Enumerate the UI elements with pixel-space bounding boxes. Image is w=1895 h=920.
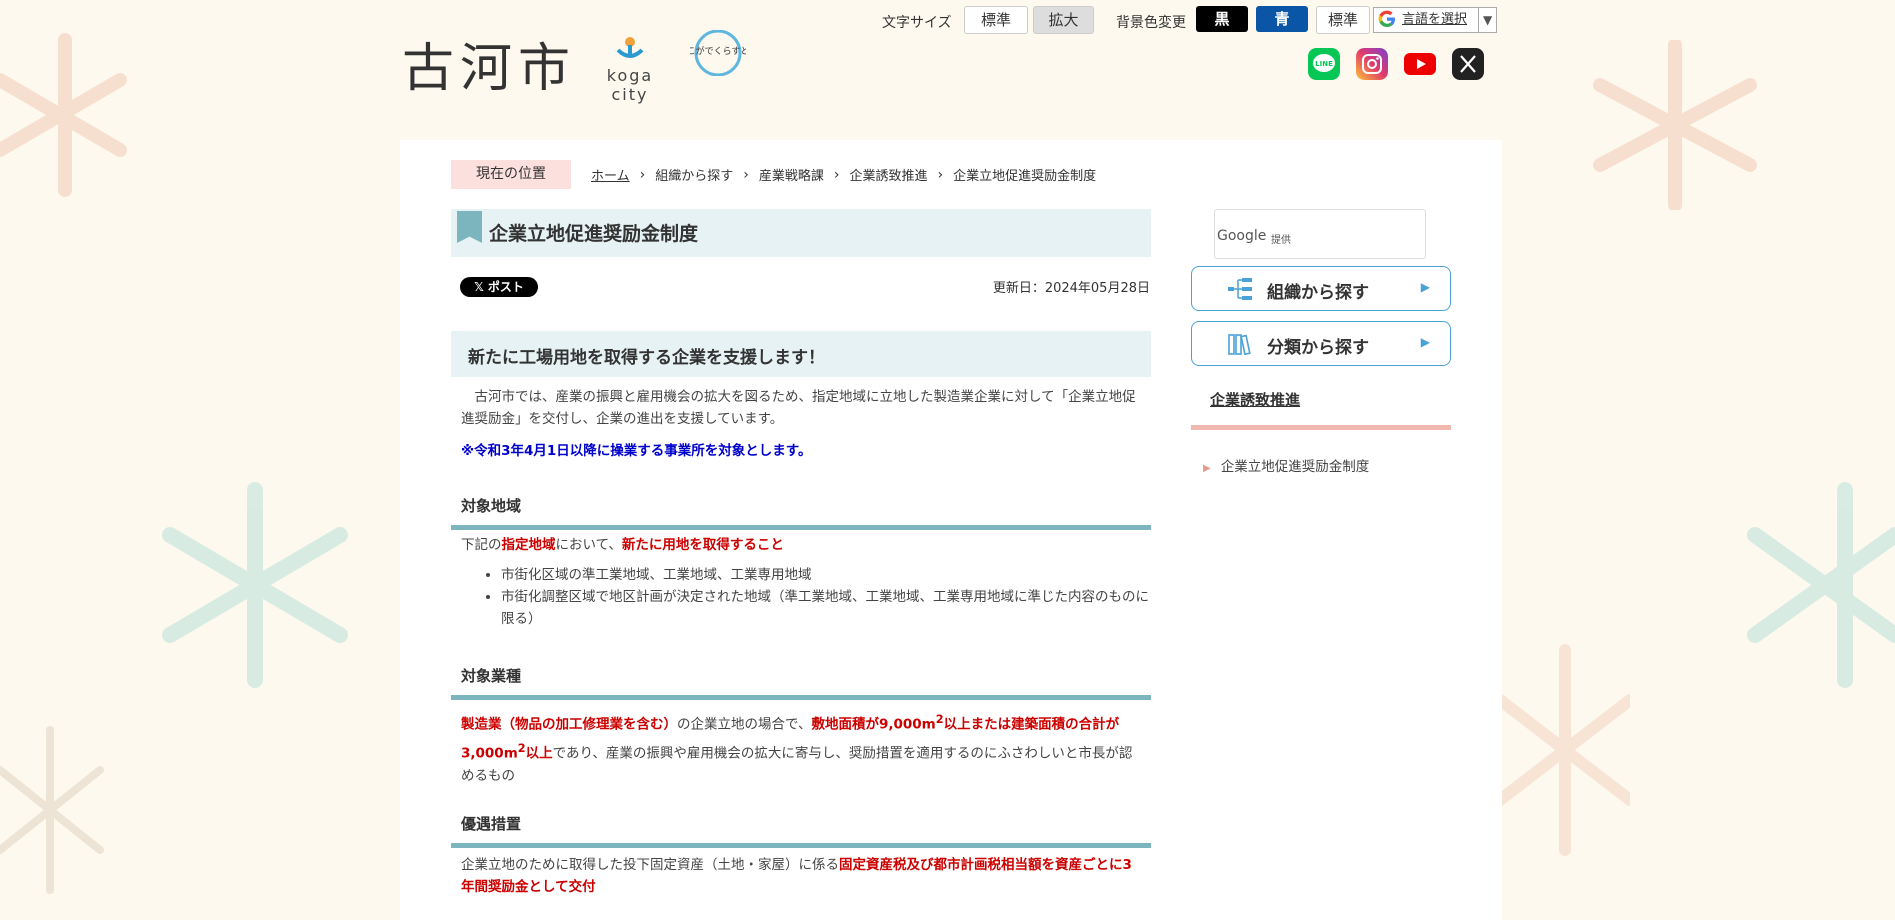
sidebar-link-item[interactable]: ▶ 企業立地促進奨励金制度 — [1203, 455, 1369, 475]
chevron-down-icon: ▼ — [1478, 8, 1492, 32]
chevron-right-icon: › — [937, 166, 944, 183]
font-size-standard-button[interactable]: 標準 — [964, 6, 1028, 34]
books-icon — [1228, 334, 1251, 355]
chevron-right-icon: › — [833, 166, 840, 183]
industry-red-2c: 以上 — [525, 745, 553, 761]
area-heading-text: 対象地域 — [461, 497, 522, 515]
caret-right-icon: ▶ — [1420, 280, 1430, 294]
breadcrumb-org-link[interactable]: 組織から探す — [655, 165, 733, 184]
x-post-label: ポスト — [487, 280, 524, 294]
snowflake-decoration-icon — [0, 33, 127, 197]
industry-text-1: の企業立地の場合で、 — [677, 716, 812, 733]
area-list: 市街化区域の準工業地域、工業地域、工業専用地域 市街化調整区域で地区計画が決定さ… — [461, 564, 1151, 630]
caret-right-icon: ▶ — [1203, 463, 1211, 474]
area-lead-red-1: 指定地域 — [501, 537, 556, 553]
area-lead-text-2: において、 — [555, 537, 622, 553]
youtube-icon[interactable] — [1404, 48, 1436, 80]
snowflake-decoration-icon — [1500, 644, 1630, 856]
x-logo-icon: 𝕏 — [474, 280, 488, 294]
page-title-box: 企業立地促進奨励金制度 — [451, 209, 1151, 257]
bookmark-icon — [457, 211, 482, 243]
breadcrumb: 現在の位置 ホーム › 組織から探す › 産業戦略課 › 企業誘致推進 › 企業… — [451, 160, 1106, 189]
snowflake-decoration-icon — [1747, 482, 1895, 688]
target-note: ※令和3年4月1日以降に操業する事業所を対象とします。 — [461, 443, 812, 459]
superscript-2: 2 — [517, 741, 526, 755]
benefit-heading-text: 優遇措置 — [461, 815, 522, 833]
kogakurasu-logo-text: こがでくらすと — [690, 45, 746, 57]
search-provided-label: 提供 — [1271, 235, 1291, 246]
koga-mark-icon — [616, 37, 644, 58]
language-select-label: 言語を選択 — [1402, 12, 1468, 27]
sidebar-link-label[interactable]: 企業立地促進奨励金制度 — [1221, 459, 1370, 475]
updated-date: 更新日：2024年05月28日 — [992, 281, 1150, 296]
industry-heading-text: 対象業種 — [461, 667, 522, 685]
instagram-icon[interactable] — [1356, 48, 1388, 80]
koga-city-logo[interactable]: koga city — [588, 36, 672, 104]
chevron-right-icon: › — [639, 166, 646, 183]
search-by-category-label: 分類から探す — [1267, 338, 1369, 358]
breadcrumb-home-link[interactable]: ホーム — [591, 165, 630, 184]
google-g-icon — [1378, 10, 1395, 27]
line-icon[interactable]: LINE — [1308, 48, 1340, 80]
superscript-2: 2 — [935, 713, 944, 726]
chevron-right-icon: › — [743, 166, 749, 183]
search-by-category-button[interactable]: 分類から探す ▶ — [1191, 321, 1451, 366]
org-tree-icon — [1228, 278, 1252, 300]
list-item: 市街化調整区域で地区計画が決定された地域（準工業地域、工業地域、工業専用地域に準… — [501, 586, 1151, 630]
sidebar-section-title[interactable]: 企業誘致推進 — [1210, 389, 1300, 410]
search-by-org-button[interactable]: 組織から探す ▶ — [1191, 266, 1451, 311]
bg-color-label: 背景色変更 — [1116, 15, 1186, 31]
section-title: 新たに工場用地を取得する企業を支援します！ — [468, 348, 825, 368]
caret-right-icon: ▶ — [1420, 335, 1430, 349]
kogakurasu-logo-icon[interactable]: こがでくらすと — [690, 30, 746, 76]
benefit-paragraph: 企業立地のために取得した投下固定資産（土地・家屋）に係る固定資産税及び都市計画税… — [461, 854, 1141, 898]
industry-heading: 対象業種 — [451, 657, 1151, 700]
area-lead-red-2: 新たに用地を取得すること — [621, 537, 784, 553]
site-search-input[interactable]: Google 提供 — [1214, 209, 1426, 259]
intro-paragraph: 古河市では、産業の振興と雇用機会の拡大を図るため、指定地域に立地した製造業企業に… — [461, 389, 1136, 427]
industry-paragraph: 製造業（物品の加工修理業を含む）の企業立地の場合で、敷地面積が9,000m2以上… — [461, 708, 1141, 788]
x-post-button[interactable]: 𝕏 ポスト — [460, 277, 538, 297]
benefit-heading: 優遇措置 — [451, 805, 1151, 848]
industry-red-2a: 敷地面積が9,000m — [811, 716, 936, 733]
breadcrumb-current-label: 現在の位置 — [451, 160, 571, 189]
benefit-text-1: 企業立地のために取得した投下固定資産（土地・家屋）に係る — [461, 857, 839, 873]
industry-red-1: 製造業（物品の加工修理業を含む） — [461, 716, 677, 733]
language-select[interactable]: 言語を選択 ▼ — [1373, 7, 1497, 33]
google-brand-label: Google — [1217, 228, 1267, 244]
line-icon-label: LINE — [1315, 60, 1333, 68]
x-icon[interactable] — [1452, 48, 1484, 80]
breadcrumb-section-link[interactable]: 企業誘致推進 — [849, 165, 927, 184]
font-size-label: 文字サイズ — [882, 15, 952, 31]
page-title: 企業立地促進奨励金制度 — [489, 223, 699, 245]
search-by-org-label: 組織から探す — [1267, 283, 1369, 303]
section-title-box: 新たに工場用地を取得する企業を支援します！ — [451, 331, 1151, 377]
breadcrumb-current-page: 企業立地促進奨励金制度 — [953, 169, 1097, 184]
bg-standard-button[interactable]: 標準 — [1316, 6, 1370, 34]
area-lead-text: 下記の — [461, 537, 502, 553]
site-logo-text[interactable]: 古河市 — [402, 26, 576, 101]
industry-text-2: であり、産業の振興や雇用機会の拡大に寄与し、奨励措置を適用するのにふさわしいと市… — [461, 745, 1133, 784]
snowflake-decoration-icon — [0, 726, 104, 894]
area-lead: 下記の指定地域において、新たに用地を取得すること — [461, 534, 1141, 556]
snowflake-decoration-icon — [1593, 40, 1757, 210]
list-item: 市街化区域の準工業地域、工業地域、工業専用地域 — [501, 564, 1151, 586]
area-heading: 対象地域 — [451, 487, 1151, 530]
sidebar-section-heading[interactable]: 企業誘致推進 — [1191, 383, 1451, 430]
snowflake-decoration-icon — [162, 482, 348, 688]
font-size-large-button[interactable]: 拡大 — [1033, 6, 1094, 34]
logo-sub-text: koga city — [606, 66, 654, 104]
bg-black-button[interactable]: 黒 — [1196, 6, 1248, 32]
breadcrumb-department-link[interactable]: 産業戦略課 — [759, 165, 824, 184]
bg-blue-button[interactable]: 青 — [1256, 6, 1308, 32]
